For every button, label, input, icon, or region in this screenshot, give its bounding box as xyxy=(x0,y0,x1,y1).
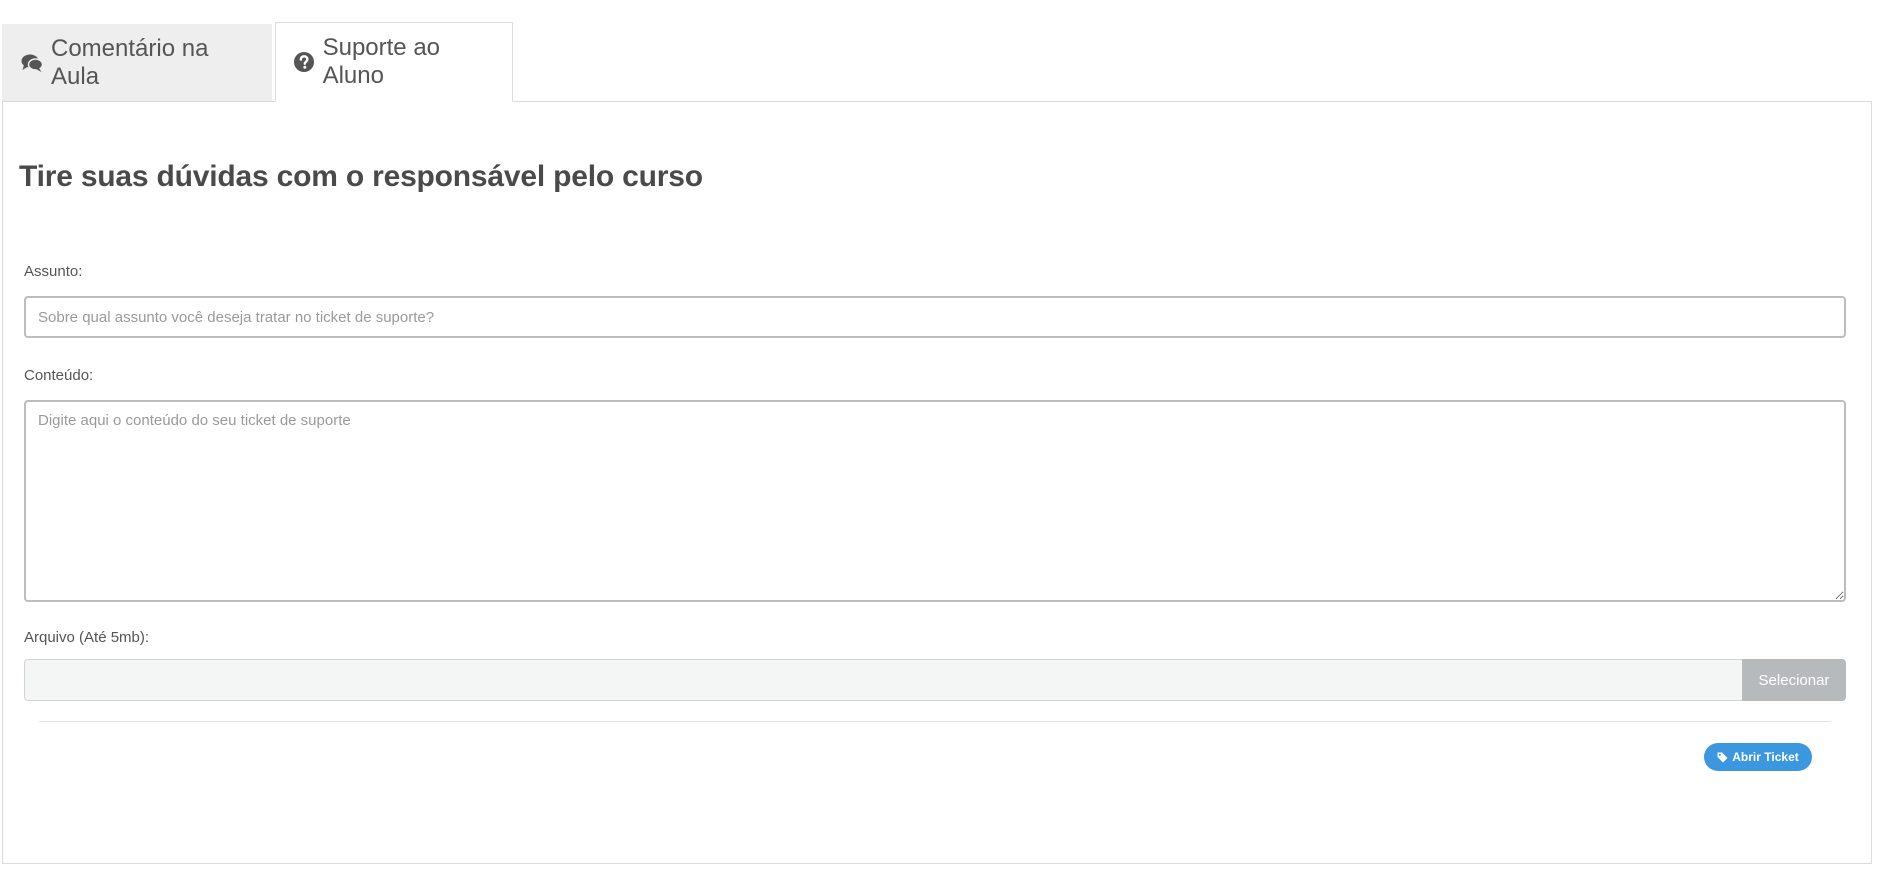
tab-label: Comentário na Aula xyxy=(51,35,209,90)
file-upload: Selecionar xyxy=(24,659,1846,701)
question-circle-icon xyxy=(294,51,315,73)
open-ticket-button[interactable]: Abrir Ticket xyxy=(1704,743,1812,771)
open-ticket-label: Abrir Ticket xyxy=(1732,750,1799,764)
file-name-field[interactable] xyxy=(24,659,1742,701)
tab-label: Suporte ao Aluno xyxy=(322,34,441,89)
divider xyxy=(39,721,1831,722)
file-label: Arquivo (Até 5mb): xyxy=(24,629,150,646)
subject-label: Assunto: xyxy=(24,263,83,280)
tab-suporte-ao-aluno[interactable]: Suporte ao Aluno xyxy=(275,22,513,102)
content-label: Conteúdo: xyxy=(24,367,94,384)
tab-comentario-na-aula[interactable]: Comentário na Aula xyxy=(2,24,272,102)
tab-bar: Comentário na Aula Suporte ao Aluno xyxy=(2,22,513,102)
comments-icon xyxy=(21,52,43,74)
support-page: Comentário na Aula Suporte ao Aluno Tire… xyxy=(0,0,1882,877)
select-file-button[interactable]: Selecionar xyxy=(1742,659,1846,701)
page-title: Tire suas dúvidas com o responsável pelo… xyxy=(19,160,703,193)
subject-input[interactable] xyxy=(24,296,1846,338)
support-panel: Tire suas dúvidas com o responsável pelo… xyxy=(2,101,1872,864)
tag-icon xyxy=(1717,752,1728,763)
content-textarea[interactable] xyxy=(24,400,1846,602)
